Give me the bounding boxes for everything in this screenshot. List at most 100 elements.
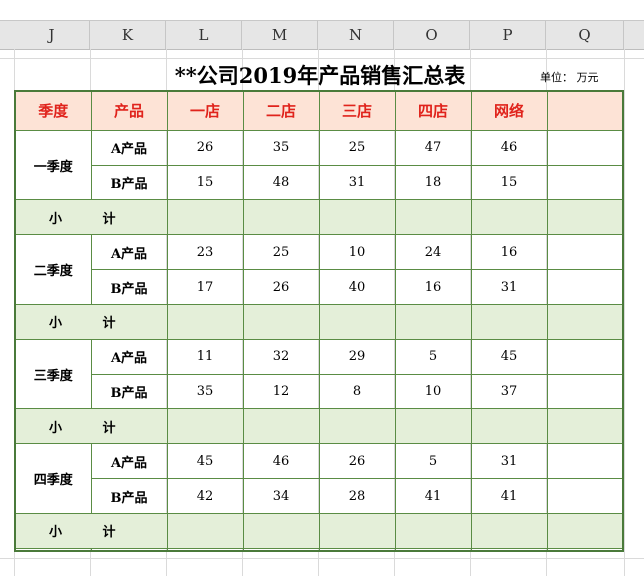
value-cell[interactable]: 40 bbox=[318, 269, 396, 305]
header-empty-cell[interactable] bbox=[546, 90, 624, 131]
column-header-j[interactable]: J bbox=[14, 21, 90, 49]
empty-cell[interactable] bbox=[242, 547, 320, 552]
empty-cell[interactable] bbox=[546, 478, 624, 514]
value-cell[interactable]: 15 bbox=[470, 164, 548, 201]
empty-cell[interactable] bbox=[14, 547, 92, 552]
value-cell[interactable]: 11 bbox=[166, 338, 244, 375]
empty-cell[interactable] bbox=[318, 547, 396, 552]
value-cell[interactable]: 5 bbox=[394, 443, 472, 480]
empty-cell[interactable] bbox=[166, 547, 244, 552]
header-store-3[interactable]: 三店 bbox=[318, 90, 396, 131]
empty-cell[interactable] bbox=[546, 547, 624, 552]
quarter-cell[interactable]: 一季度 bbox=[14, 129, 92, 201]
value-cell[interactable]: 41 bbox=[470, 478, 548, 514]
value-cell[interactable]: 12 bbox=[242, 373, 320, 410]
subtotal-cell[interactable] bbox=[318, 303, 396, 340]
column-header-m[interactable]: M bbox=[242, 21, 318, 49]
subtotal-cell[interactable] bbox=[166, 512, 244, 549]
subtotal-cell[interactable] bbox=[470, 303, 548, 340]
value-cell[interactable]: 48 bbox=[242, 164, 320, 201]
empty-cell[interactable] bbox=[546, 234, 624, 271]
subtotal-label[interactable]: 小 计 bbox=[14, 303, 168, 340]
subtotal-cell[interactable] bbox=[470, 199, 548, 236]
value-cell[interactable]: 32 bbox=[242, 338, 320, 375]
subtotal-cell[interactable] bbox=[242, 512, 320, 549]
subtotal-cell[interactable] bbox=[166, 199, 244, 236]
product-cell[interactable]: B产品 bbox=[90, 164, 168, 201]
value-cell[interactable]: 16 bbox=[470, 234, 548, 271]
value-cell[interactable]: 24 bbox=[394, 234, 472, 271]
value-cell[interactable]: 31 bbox=[470, 269, 548, 305]
header-store-1[interactable]: 一店 bbox=[166, 90, 244, 131]
value-cell[interactable]: 41 bbox=[394, 478, 472, 514]
empty-cell[interactable] bbox=[546, 269, 624, 305]
empty-cell[interactable] bbox=[470, 547, 548, 552]
subtotal-cell[interactable] bbox=[394, 512, 472, 549]
subtotal-cell[interactable] bbox=[318, 512, 396, 549]
subtotal-cell[interactable] bbox=[242, 303, 320, 340]
empty-cell[interactable] bbox=[394, 547, 472, 552]
subtotal-cell[interactable] bbox=[470, 408, 548, 445]
header-season[interactable]: 季度 bbox=[14, 90, 92, 131]
header-store-4[interactable]: 四店 bbox=[394, 90, 472, 131]
value-cell[interactable]: 47 bbox=[394, 129, 472, 166]
value-cell[interactable]: 37 bbox=[470, 373, 548, 410]
product-cell[interactable]: B产品 bbox=[90, 373, 168, 410]
subtotal-cell[interactable] bbox=[242, 199, 320, 236]
quarter-cell[interactable]: 三季度 bbox=[14, 338, 92, 410]
value-cell[interactable]: 18 bbox=[394, 164, 472, 201]
value-cell[interactable]: 45 bbox=[166, 443, 244, 480]
value-cell[interactable]: 8 bbox=[318, 373, 396, 410]
product-cell[interactable]: A产品 bbox=[90, 234, 168, 271]
value-cell[interactable]: 31 bbox=[470, 443, 548, 480]
empty-cell[interactable] bbox=[546, 373, 624, 410]
empty-cell[interactable] bbox=[546, 443, 624, 480]
empty-cell[interactable] bbox=[546, 338, 624, 375]
value-cell[interactable]: 34 bbox=[242, 478, 320, 514]
column-header-o[interactable]: O bbox=[394, 21, 470, 49]
value-cell[interactable]: 25 bbox=[318, 129, 396, 166]
subtotal-cell[interactable] bbox=[546, 512, 624, 549]
value-cell[interactable]: 26 bbox=[318, 443, 396, 480]
value-cell[interactable]: 29 bbox=[318, 338, 396, 375]
column-header-l[interactable]: L bbox=[166, 21, 242, 49]
value-cell[interactable]: 46 bbox=[242, 443, 320, 480]
column-header-p[interactable]: P bbox=[470, 21, 546, 49]
quarter-cell[interactable]: 二季度 bbox=[14, 234, 92, 305]
product-cell[interactable]: B产品 bbox=[90, 269, 168, 305]
subtotal-label[interactable]: 小 计 bbox=[14, 199, 168, 236]
subtotal-cell[interactable] bbox=[318, 408, 396, 445]
subtotal-cell[interactable] bbox=[394, 408, 472, 445]
subtotal-label[interactable]: 小 计 bbox=[14, 512, 168, 549]
header-product[interactable]: 产品 bbox=[90, 90, 168, 131]
empty-cell[interactable] bbox=[546, 129, 624, 166]
column-header-n[interactable]: N bbox=[318, 21, 394, 49]
value-cell[interactable]: 42 bbox=[166, 478, 244, 514]
subtotal-cell[interactable] bbox=[394, 199, 472, 236]
column-header-q[interactable]: Q bbox=[546, 21, 624, 49]
subtotal-cell[interactable] bbox=[546, 303, 624, 340]
value-cell[interactable]: 16 bbox=[394, 269, 472, 305]
value-cell[interactable]: 23 bbox=[166, 234, 244, 271]
value-cell[interactable]: 26 bbox=[242, 269, 320, 305]
value-cell[interactable]: 10 bbox=[394, 373, 472, 410]
empty-cell[interactable] bbox=[546, 164, 624, 201]
value-cell[interactable]: 28 bbox=[318, 478, 396, 514]
quarter-cell[interactable]: 四季度 bbox=[14, 443, 92, 514]
product-cell[interactable]: A产品 bbox=[90, 443, 168, 480]
subtotal-cell[interactable] bbox=[546, 408, 624, 445]
header-online[interactable]: 网络 bbox=[470, 90, 548, 131]
subtotal-cell[interactable] bbox=[318, 199, 396, 236]
value-cell[interactable]: 15 bbox=[166, 164, 244, 201]
subtotal-cell[interactable] bbox=[546, 199, 624, 236]
subtotal-cell[interactable] bbox=[470, 512, 548, 549]
subtotal-cell[interactable] bbox=[242, 408, 320, 445]
header-store-2[interactable]: 二店 bbox=[242, 90, 320, 131]
product-cell[interactable]: B产品 bbox=[90, 478, 168, 514]
value-cell[interactable]: 35 bbox=[242, 129, 320, 166]
report-title[interactable]: **公司2019年产品销售汇总表 bbox=[150, 60, 490, 92]
empty-cell[interactable] bbox=[90, 547, 168, 552]
value-cell[interactable]: 17 bbox=[166, 269, 244, 305]
value-cell[interactable]: 35 bbox=[166, 373, 244, 410]
value-cell[interactable]: 31 bbox=[318, 164, 396, 201]
